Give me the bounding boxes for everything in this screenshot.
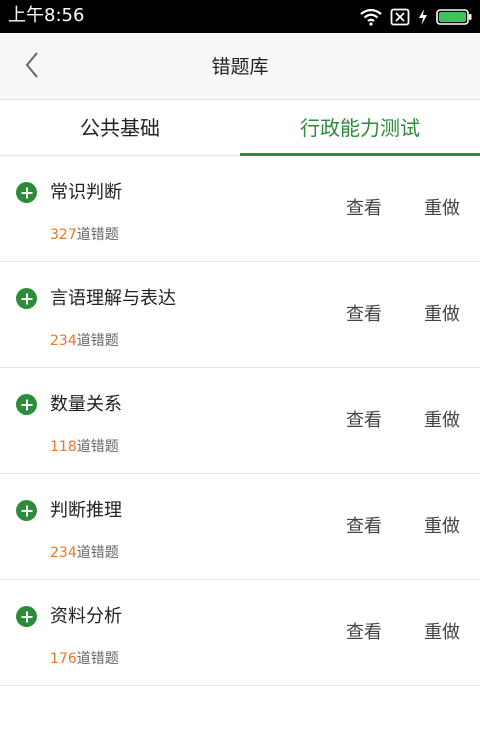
- wifi-icon: [360, 8, 382, 26]
- expand-plus-icon[interactable]: [16, 500, 37, 521]
- status-time: 上午8:56: [8, 5, 85, 26]
- category-title: 判断推理: [50, 500, 122, 521]
- wrong-count-number: 234: [50, 333, 77, 349]
- view-button[interactable]: 查看: [346, 197, 382, 221]
- sim-disabled-icon: [390, 8, 410, 26]
- redo-button[interactable]: 重做: [424, 515, 460, 539]
- category-title: 资料分析: [50, 606, 122, 627]
- list-item: 资料分析 176道错题 查看 重做: [0, 580, 480, 686]
- expand-plus-icon[interactable]: [16, 394, 37, 415]
- wrong-count-suffix: 道错题: [76, 545, 119, 561]
- wrong-count-number: 234: [50, 545, 77, 561]
- navigation-bar: 错题库: [0, 33, 480, 100]
- category-title: 数量关系: [50, 394, 122, 415]
- wrong-count-number: 118: [50, 439, 77, 455]
- wrong-question-list: 常识判断 327道错题 查看 重做 言语理解与表达 234道错题 查看 重做 数…: [0, 156, 480, 686]
- expand-plus-icon[interactable]: [16, 182, 37, 203]
- wrong-count-suffix: 道错题: [76, 439, 119, 455]
- page-title: 错题库: [211, 56, 269, 78]
- list-item: 数量关系 118道错题 查看 重做: [0, 368, 480, 474]
- status-icons: [360, 7, 472, 27]
- wrong-count-number: 176: [50, 651, 77, 667]
- view-button[interactable]: 查看: [346, 515, 382, 539]
- tab-administrative-aptitude[interactable]: 行政能力测试: [240, 100, 480, 156]
- view-button[interactable]: 查看: [346, 621, 382, 645]
- view-button[interactable]: 查看: [346, 303, 382, 327]
- redo-button[interactable]: 重做: [424, 197, 460, 221]
- wrong-count-suffix: 道错题: [76, 651, 119, 667]
- wrong-count: 234道错题: [50, 544, 119, 562]
- redo-button[interactable]: 重做: [424, 409, 460, 433]
- tab-public-basics[interactable]: 公共基础: [0, 100, 240, 156]
- charging-icon: [418, 8, 428, 26]
- expand-plus-icon[interactable]: [16, 288, 37, 309]
- battery-icon: [436, 8, 472, 26]
- wrong-count: 234道错题: [50, 332, 119, 350]
- wrong-count: 176道错题: [50, 650, 119, 668]
- wrong-count: 327道错题: [50, 226, 119, 244]
- view-button[interactable]: 查看: [346, 409, 382, 433]
- redo-button[interactable]: 重做: [424, 303, 460, 327]
- list-item: 判断推理 234道错题 查看 重做: [0, 474, 480, 580]
- wrong-count-suffix: 道错题: [76, 227, 119, 243]
- list-item: 常识判断 327道错题 查看 重做: [0, 156, 480, 262]
- status-bar: 上午8:56: [0, 0, 480, 33]
- wrong-count-suffix: 道错题: [76, 333, 119, 349]
- list-item: 言语理解与表达 234道错题 查看 重做: [0, 262, 480, 368]
- wrong-count: 118道错题: [50, 438, 119, 456]
- category-title: 言语理解与表达: [50, 288, 176, 309]
- category-title: 常识判断: [50, 182, 122, 203]
- tab-bar: 公共基础 行政能力测试: [0, 100, 480, 156]
- expand-plus-icon[interactable]: [16, 606, 37, 627]
- redo-button[interactable]: 重做: [424, 621, 460, 645]
- wrong-count-number: 327: [50, 227, 77, 243]
